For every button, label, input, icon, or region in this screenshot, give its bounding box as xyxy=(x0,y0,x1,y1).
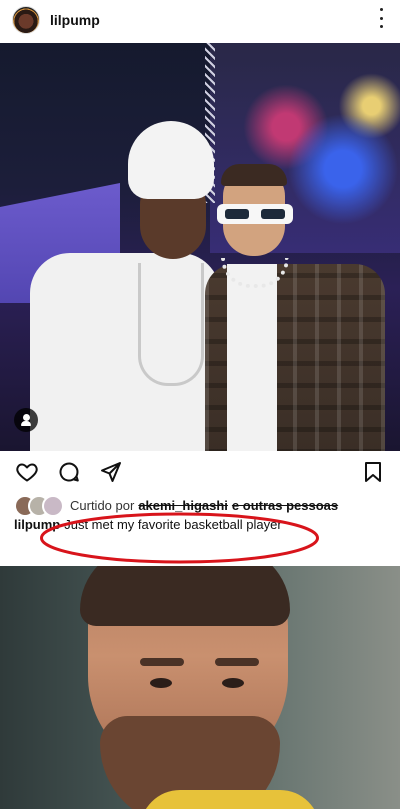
heart-icon[interactable] xyxy=(14,459,40,485)
user-tag-icon[interactable] xyxy=(14,408,38,432)
send-icon[interactable] xyxy=(98,459,124,485)
person-right xyxy=(205,164,385,451)
username[interactable]: lilpump xyxy=(50,12,100,28)
avatar[interactable] xyxy=(12,6,40,34)
comment-bubble-icon[interactable] xyxy=(56,459,82,485)
reaction-image xyxy=(0,566,400,809)
annotation-ellipse xyxy=(40,512,319,564)
more-vertical-icon[interactable] xyxy=(376,8,386,28)
person-left xyxy=(30,113,220,451)
action-bar xyxy=(0,455,400,489)
bookmark-icon[interactable] xyxy=(360,459,386,485)
post-header: lilpump xyxy=(0,0,400,40)
post-photo[interactable] xyxy=(0,43,400,451)
